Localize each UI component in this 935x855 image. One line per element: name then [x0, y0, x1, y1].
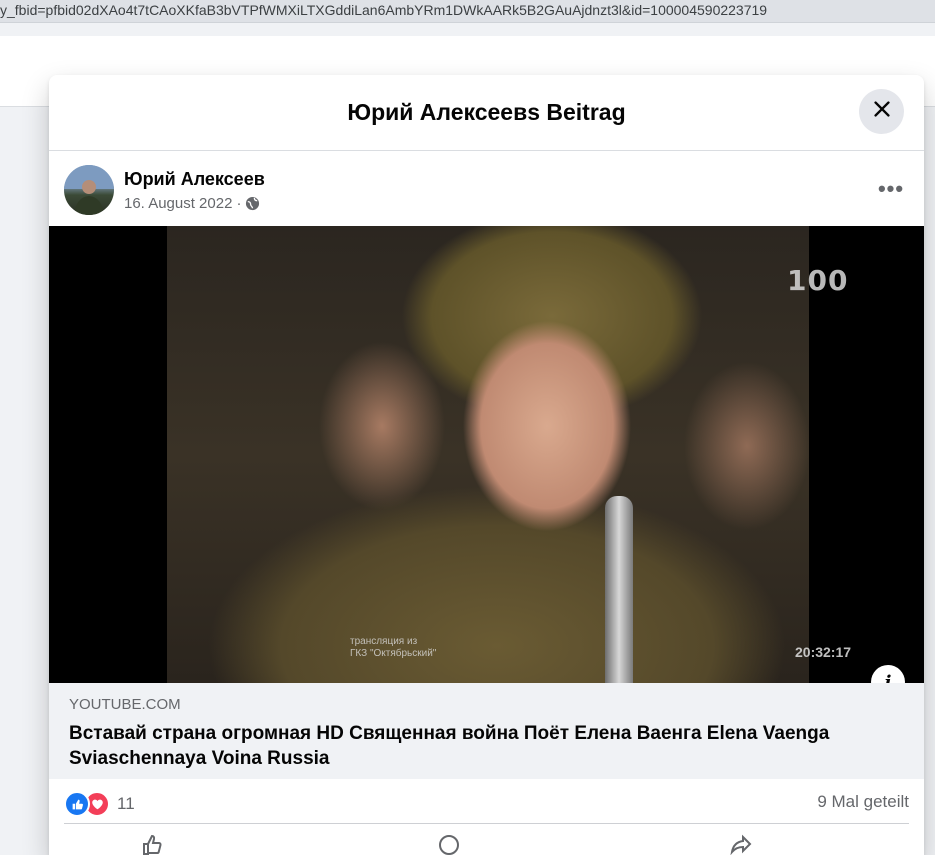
- meta-separator: ·: [236, 195, 242, 212]
- close-button[interactable]: [859, 89, 904, 134]
- link-title: Вставай страна огромная HD Священная вой…: [69, 723, 830, 769]
- post-modal: Юрий Алексеевs Beitrag Юрий Алексеев 16.…: [49, 75, 924, 855]
- post-meta: 16. August 2022 ·: [124, 195, 260, 212]
- share-count[interactable]: 9 Mal geteilt: [817, 792, 909, 812]
- channel-logo: 100: [787, 264, 849, 297]
- post-date[interactable]: 16. August 2022: [124, 195, 232, 212]
- video-timestamp: 20:32:17: [795, 644, 852, 660]
- video-frame: 100 трансляция из ГКЗ "Октябрьский" 20:3…: [167, 226, 851, 683]
- link-domain: YOUTUBE.COM: [69, 696, 181, 713]
- microphone-shape: [605, 496, 633, 683]
- comment-action-icon[interactable]: [437, 833, 461, 855]
- broadcast-caption: трансляция из ГКЗ "Октябрьский": [350, 636, 436, 660]
- link-preview[interactable]: YOUTUBE.COM Вставай страна огромная HD С…: [49, 683, 924, 779]
- broadcast-caption-line1: трансляция из: [350, 636, 418, 647]
- close-icon: [871, 98, 893, 125]
- author-name[interactable]: Юрий Алексеев: [124, 169, 265, 190]
- video-player[interactable]: 100 трансляция из ГКЗ "Октябрьский" 20:3…: [49, 226, 924, 683]
- post-author-row: Юрий Алексеев 16. August 2022 · •••: [64, 165, 909, 217]
- modal-title: Юрий Алексеевs Beitrag: [347, 99, 626, 125]
- broadcast-caption-line2: ГКЗ "Октябрьский": [350, 648, 437, 659]
- actions-divider: [64, 823, 909, 824]
- more-options-button[interactable]: •••: [873, 171, 909, 207]
- reaction-count[interactable]: 11: [117, 794, 135, 814]
- globe-icon: [245, 196, 260, 211]
- url-text: y_fbid=pfbid02dXAo4t7tCAoXKfaB3bVTPfWMXi…: [0, 2, 768, 18]
- avatar[interactable]: [64, 165, 114, 215]
- share-action-icon[interactable]: [729, 833, 753, 855]
- reactions-row: 11 9 Mal geteilt: [64, 787, 909, 819]
- more-icon: •••: [877, 176, 905, 201]
- like-reaction-icon[interactable]: [64, 791, 90, 817]
- browser-url-bar[interactable]: y_fbid=pfbid02dXAo4t7tCAoXKfaB3bVTPfWMXi…: [0, 0, 935, 23]
- like-action-icon[interactable]: [141, 833, 165, 855]
- modal-header: Юрий Алексеевs Beitrag: [49, 75, 924, 151]
